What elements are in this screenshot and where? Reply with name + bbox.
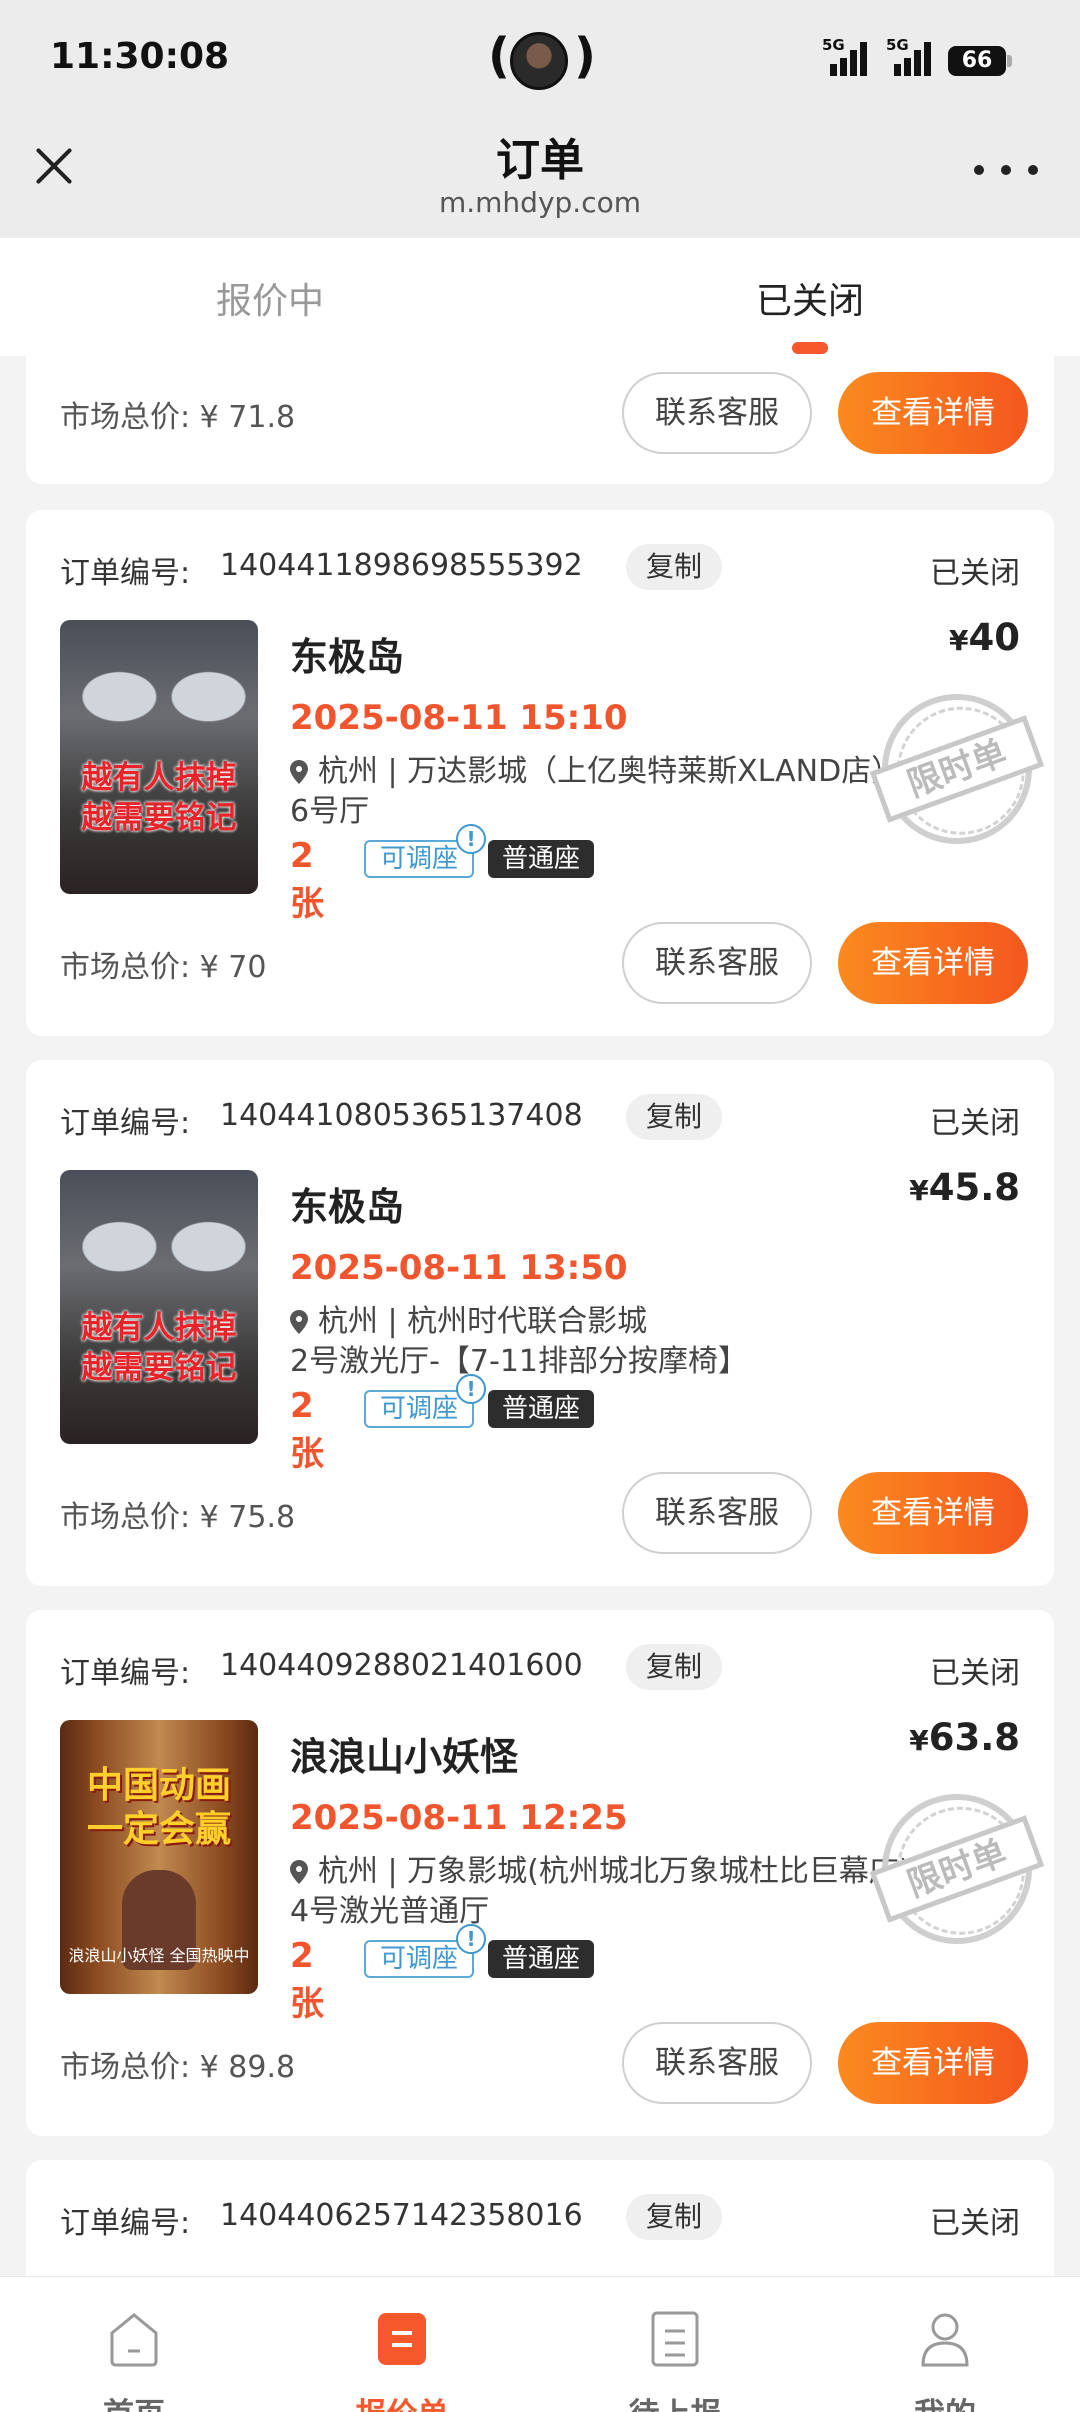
tab-closed[interactable]: 已关闭 <box>660 272 960 324</box>
order-number: 1404410805365137408 <box>220 1098 583 1133</box>
dot-icon <box>1001 165 1011 175</box>
order-number: 1404409288021401600 <box>220 1648 583 1683</box>
seat-type-tag: 普通座 <box>488 1390 595 1428</box>
location-pin-icon <box>290 1860 308 1884</box>
cinema-location: 杭州 | 杭州时代联合影城 <box>290 1302 890 1342</box>
market-price: 市场总价: ¥ 75.8 <box>60 1500 296 1535</box>
quote-icon <box>378 2313 426 2365</box>
order-card: 订单编号: 1404411898698555392 复制 已关闭 越有人抹掉 越需… <box>26 510 1054 1036</box>
signal-icon: 5G <box>822 36 867 76</box>
show-time: 2025-08-11 15:10 <box>290 698 628 738</box>
order-number: 1404406257142358016 <box>220 2198 583 2233</box>
contact-service-button[interactable]: 联系客服 <box>622 372 812 454</box>
order-number-label: 订单编号: <box>60 1656 191 1691</box>
market-price: 市场总价: ¥ 70 <box>60 950 267 985</box>
order-status: 已关闭 <box>930 556 1020 591</box>
dot-icon <box>1028 165 1038 175</box>
more-options-button[interactable] <box>974 150 1038 190</box>
order-number-label: 订单编号: <box>60 2206 191 2241</box>
copy-button[interactable]: 复制 <box>626 544 723 590</box>
page-domain: m.mhdyp.com <box>438 186 641 219</box>
ticket-count: 2张 <box>290 1936 324 2024</box>
view-detail-button[interactable]: 查看详情 <box>838 922 1028 1004</box>
order-number-label: 订单编号: <box>60 556 191 591</box>
contact-service-button[interactable]: 联系客服 <box>622 2022 812 2104</box>
order-price: ¥40 <box>949 616 1020 659</box>
location-pin-icon <box>290 1310 308 1334</box>
top-bar: 11:30:08 ( ) 5G 5G 66 订单 m.mhdyp.com <box>0 0 1080 238</box>
paren-left-icon: ( <box>488 28 510 84</box>
order-card: 订单编号: 1404410805365137408 复制 已关闭 越有人抹掉 越需… <box>26 1060 1054 1586</box>
copy-button[interactable]: 复制 <box>626 1094 723 1140</box>
adjustable-seat-tag: 可调座! <box>364 1374 487 1428</box>
film-title: 东极岛 <box>290 1185 405 1229</box>
order-tabs: 报价中 已关闭 <box>0 238 1080 356</box>
info-icon[interactable]: ! <box>456 1374 487 1404</box>
status-bar: 11:30:08 ( ) 5G 5G 66 <box>0 0 1080 120</box>
status-time: 11:30:08 <box>50 36 230 77</box>
cinema-location: 杭州 | 万象影城(杭州城北万象城杜比巨幕店) <box>290 1852 911 1892</box>
limited-time-stamp: 限时单 <box>860 672 1054 866</box>
market-price: 市场总价: ¥ 89.8 <box>60 2050 296 2085</box>
film-title: 浪浪山小妖怪 <box>290 1735 519 1779</box>
order-status: 已关闭 <box>930 2206 1020 2241</box>
cinema-hall: 6号厅 <box>290 794 370 829</box>
cinema-hall: 4号激光普通厅 <box>290 1894 490 1929</box>
report-icon <box>651 2311 699 2367</box>
contact-service-button[interactable]: 联系客服 <box>622 1472 812 1554</box>
order-status: 已关闭 <box>930 1106 1020 1141</box>
ticket-count: 2张 <box>290 836 324 924</box>
dynamic-island: ( ) <box>488 28 596 92</box>
dot-icon <box>974 165 984 175</box>
adjustable-seat-tag: 可调座! <box>364 1924 487 1978</box>
movie-poster[interactable]: 越有人抹掉 越需要铭记 <box>60 1170 258 1444</box>
home-icon <box>110 2313 158 2367</box>
show-time: 2025-08-11 13:50 <box>290 1248 628 1288</box>
cinema-location: 杭州 | 万达影城（上亿奥特莱斯XLAND店） <box>290 752 901 792</box>
movie-poster[interactable]: 中国动画 一定会赢 浪浪山小妖怪 全国热映中 <box>60 1720 258 1994</box>
signal-icon: 5G <box>886 36 931 76</box>
avatar <box>510 32 568 90</box>
order-number-label: 订单编号: <box>60 1106 191 1141</box>
order-number: 1404411898698555392 <box>220 548 583 583</box>
ticket-count: 2张 <box>290 1386 324 1474</box>
battery-icon: 66 <box>948 46 1012 76</box>
location-pin-icon <box>290 760 308 784</box>
view-detail-button[interactable]: 查看详情 <box>838 1472 1028 1554</box>
bottom-navigation: 首页 报价单 待上报 我的 <box>0 2276 1080 2412</box>
copy-button[interactable]: 复制 <box>626 1644 723 1690</box>
tab-indicator <box>792 342 828 354</box>
order-price: ¥63.8 <box>909 1716 1020 1759</box>
cinema-hall: 2号激光厅-【7-11排部分按摩椅】 <box>290 1344 748 1379</box>
view-detail-button[interactable]: 查看详情 <box>838 372 1028 454</box>
order-card: 订单编号: 1404409288021401600 复制 已关闭 中国动画 一定会… <box>26 1610 1054 2136</box>
order-status: 已关闭 <box>930 1656 1020 1691</box>
order-card-partial: 市场总价: ¥ 71.8 联系客服 查看详情 <box>26 356 1054 484</box>
profile-icon <box>921 2313 969 2367</box>
seat-type-tag: 普通座 <box>488 840 595 878</box>
limited-time-stamp: 限时单 <box>860 1772 1054 1966</box>
view-detail-button[interactable]: 查看详情 <box>838 2022 1028 2104</box>
paren-right-icon: ) <box>574 28 596 84</box>
info-icon[interactable]: ! <box>456 1924 487 1954</box>
film-title: 东极岛 <box>290 635 405 679</box>
show-time: 2025-08-11 12:25 <box>290 1798 628 1838</box>
tab-quoting[interactable]: 报价中 <box>120 272 420 324</box>
order-price: ¥45.8 <box>909 1166 1020 1209</box>
page-title: 订单 <box>496 135 584 186</box>
adjustable-seat-tag: 可调座! <box>364 824 487 878</box>
info-icon[interactable]: ! <box>456 824 487 854</box>
movie-poster[interactable]: 越有人抹掉 越需要铭记 <box>60 620 258 894</box>
copy-button[interactable]: 复制 <box>626 2194 723 2240</box>
seat-type-tag: 普通座 <box>488 1940 595 1978</box>
contact-service-button[interactable]: 联系客服 <box>622 922 812 1004</box>
market-price: 市场总价: ¥ 71.8 <box>60 400 296 435</box>
